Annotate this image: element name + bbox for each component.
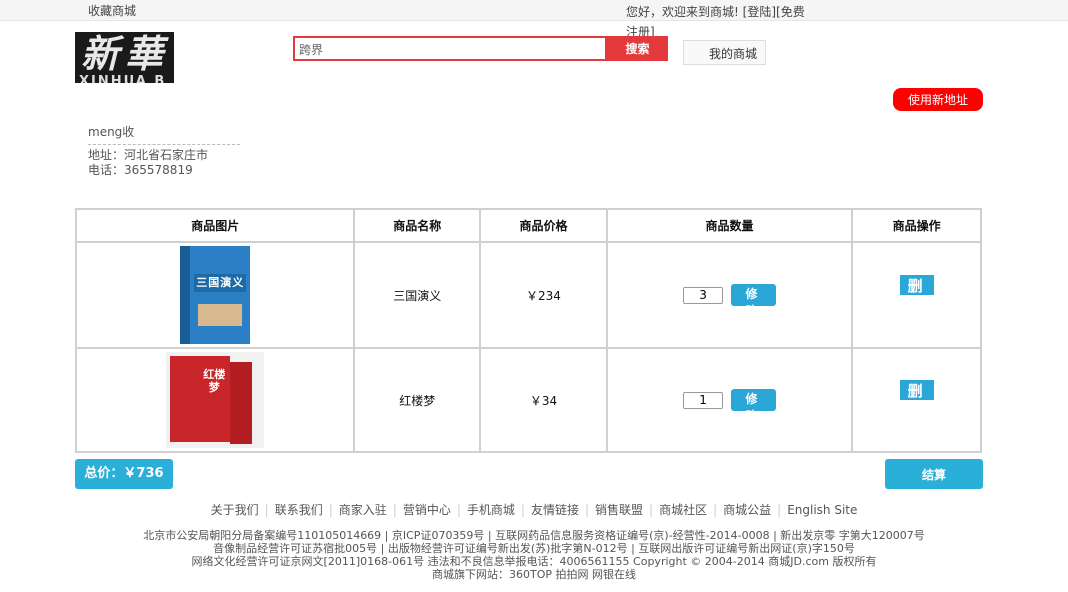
footer-link[interactable]: 关于我们 (205, 503, 265, 517)
footer-link[interactable]: 销售联盟 (589, 503, 649, 517)
delete-button[interactable]: 删 除 (899, 275, 934, 316)
product-price: ￥234 (479, 241, 608, 349)
address-block[interactable]: meng收 地址：河北省石家庄市 电话：365578819 (88, 124, 240, 178)
product-name: 三国演义 (353, 241, 482, 349)
logo-glyph: 新華 (81, 32, 170, 76)
search-input[interactable] (299, 40, 599, 58)
table-header-row: 商品图片 商品名称 商品价格 商品数量 商品操作 (74, 208, 982, 243)
footer-link[interactable]: 手机商城 (461, 503, 521, 517)
product-price: ￥34 (479, 347, 608, 453)
checkout-button[interactable]: 结算 (885, 459, 983, 489)
table-row: 三国演义 三国演义 ￥234 修 改 删 除 (74, 241, 982, 349)
login-link[interactable]: [登陆] (743, 5, 776, 19)
copyright-line: 网络文化经营许可证京网文[2011]0168-061号 违法和不良信息举报电话：… (191, 555, 877, 568)
action-cell: 删 除 (851, 241, 982, 349)
search-box (293, 36, 607, 61)
new-address-button[interactable]: 使用新地址 (893, 88, 983, 111)
book-cover-title: 红楼梦 (203, 368, 226, 394)
quantity-input[interactable] (683, 391, 724, 409)
total-price: 总价：￥736 (75, 459, 173, 489)
delete-button[interactable]: 删 除 (899, 380, 934, 421)
column-header: 商品名称 (353, 208, 482, 243)
product-image-cell: 三国演义 (74, 241, 356, 349)
copyright-block: 北京市公安局朝阳分局备案编号110105014669 | 京ICP证070359… (0, 529, 1068, 581)
column-header: 商品价格 (479, 208, 608, 243)
book-cover-title: 三国演义 (194, 274, 247, 292)
quantity-cell: 修 改 (605, 347, 854, 453)
table-row: 红楼梦 红楼梦 ￥34 修 改 删 除 (74, 347, 982, 453)
copyright-line: 北京市公安局朝阳分局备案编号110105014669 | 京ICP证070359… (143, 529, 925, 542)
address-line: 地址：河北省石家庄市 (88, 148, 209, 162)
logo-subtext: XINHUA B (79, 74, 167, 83)
copyright-line: 音像制品经营许可证苏宿批005号 | 出版物经营许可证编号新出发(苏)批字第N-… (213, 542, 855, 555)
footer-link[interactable]: 联系我们 (269, 503, 329, 517)
action-cell: 删 除 (851, 347, 982, 453)
favorite-link[interactable]: 收藏商城 (88, 2, 136, 19)
copyright-line: 商城旗下网站：360TOP 拍拍网 网银在线 (432, 568, 636, 581)
product-image[interactable]: 红楼梦 (166, 352, 265, 448)
quantity-input[interactable] (683, 286, 724, 304)
welcome-text: 您好，欢迎来到商城! (626, 5, 739, 19)
modify-button[interactable]: 修 改 (731, 284, 777, 318)
modify-button[interactable]: 修 改 (731, 389, 777, 423)
footer-link[interactable]: 友情链接 (525, 503, 585, 517)
top-bar: 收藏商城 您好，欢迎来到商城! [登陆][免费注册] (0, 0, 1068, 39)
site-logo[interactable]: 新華 XINHUA B (75, 32, 174, 83)
column-header: 商品数量 (605, 208, 854, 243)
product-image-cell: 红楼梦 (74, 347, 356, 453)
column-header: 商品图片 (74, 208, 356, 243)
column-header: 商品操作 (851, 208, 982, 243)
product-image[interactable]: 三国演义 (180, 246, 251, 344)
footer-link[interactable]: 商城公益 (717, 503, 777, 517)
receiver-name: meng收 (88, 124, 240, 145)
search-button[interactable]: 搜索 (607, 36, 668, 61)
footer-links: 关于我们 | 联系我们 | 商家入驻 | 营销中心 | 手机商城 | 友情链接 | 销售联盟 | 商城社区 |… (0, 502, 1068, 518)
footer-link[interactable]: 商城社区 (653, 503, 713, 517)
cart-table: 商品图片 商品名称 商品价格 商品数量 商品操作 三国演义 三国演义 ￥234 … (74, 208, 982, 453)
product-name: 红楼梦 (353, 347, 482, 453)
phone-line: 电话：365578819 (88, 163, 193, 177)
quantity-cell: 修 改 (605, 241, 854, 349)
footer-link[interactable]: English Site (781, 503, 863, 517)
my-mall-button[interactable]: 我的商城 (683, 40, 766, 65)
footer-link[interactable]: 商家入驻 (333, 503, 393, 517)
footer-link[interactable]: 营销中心 (397, 503, 457, 517)
